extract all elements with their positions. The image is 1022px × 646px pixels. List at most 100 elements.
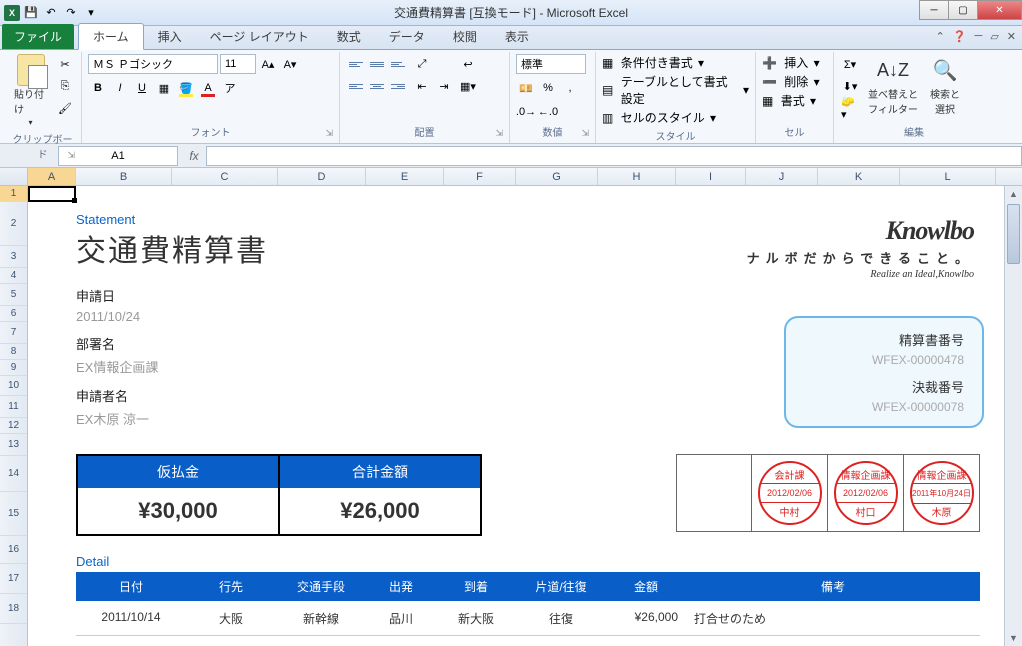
col-header[interactable]: A [28, 168, 76, 185]
col-header[interactable]: H [598, 168, 676, 185]
undo-icon[interactable]: ↶ [42, 4, 60, 22]
comma-icon[interactable]: , [560, 78, 580, 98]
col-header[interactable]: B [76, 168, 172, 185]
row-header[interactable]: 2 [0, 202, 27, 246]
tab-home[interactable]: ホーム [78, 23, 144, 50]
tab-data[interactable]: データ [375, 24, 439, 49]
name-box[interactable]: A1 [58, 146, 178, 166]
orientation-icon[interactable]: ⤢ [412, 54, 432, 74]
row-header[interactable]: 11 [0, 396, 27, 418]
scroll-thumb[interactable] [1007, 204, 1020, 264]
increase-decimal-icon[interactable]: .0→ [516, 102, 536, 122]
phonetic-icon[interactable]: ア [220, 78, 240, 98]
conditional-formatting-button[interactable]: ▦ 条件付き書式 ▾ [602, 54, 704, 71]
decrease-decimal-icon[interactable]: ←.0 [538, 102, 558, 122]
col-header[interactable]: C [172, 168, 278, 185]
wrap-text-icon[interactable]: ↩ [458, 54, 478, 74]
mdi-minimize-icon[interactable]: ─ [975, 30, 983, 43]
mdi-close-icon[interactable]: ✕ [1007, 30, 1016, 43]
row-header[interactable]: 15 [0, 492, 27, 536]
align-top-icon[interactable] [346, 54, 366, 74]
mdi-restore-icon[interactable]: ▱ [990, 30, 998, 43]
tab-view[interactable]: 表示 [491, 24, 543, 49]
col-header[interactable]: D [278, 168, 366, 185]
align-right-icon[interactable] [388, 76, 408, 96]
scroll-down-icon[interactable]: ▼ [1005, 630, 1022, 646]
border-icon[interactable]: ▦ [154, 78, 174, 98]
row-header[interactable]: 5 [0, 284, 27, 306]
clear-icon[interactable]: 🧽▾ [840, 98, 860, 118]
launcher-icon[interactable]: ⇲ [325, 128, 333, 139]
font-color-icon[interactable]: A [198, 78, 218, 98]
percent-icon[interactable]: % [538, 78, 558, 98]
active-cell[interactable] [28, 186, 76, 202]
launcher-icon[interactable]: ⇲ [495, 128, 503, 139]
excel-icon[interactable]: X [4, 5, 20, 21]
close-button[interactable]: ✕ [977, 0, 1022, 20]
font-size-combo[interactable]: 11 [220, 54, 256, 74]
align-center-icon[interactable] [367, 76, 387, 96]
tab-formulas[interactable]: 数式 [323, 24, 375, 49]
minimize-button[interactable]: ─ [919, 0, 949, 20]
tab-insert[interactable]: 挿入 [144, 24, 196, 49]
row-header[interactable]: 13 [0, 434, 27, 456]
font-face-combo[interactable]: ＭＳ Ｐゴシック [88, 54, 218, 74]
formula-bar[interactable] [206, 146, 1022, 166]
col-header[interactable]: F [444, 168, 516, 185]
help-icon[interactable]: ❓ [953, 30, 967, 43]
align-bottom-icon[interactable] [388, 54, 408, 74]
cell-styles-button[interactable]: ▥ セルのスタイル ▾ [602, 109, 716, 126]
ribbon-minimize-icon[interactable]: ⌃ [936, 30, 945, 43]
insert-cells-button[interactable]: ➕ 挿入 ▾ [762, 54, 820, 71]
row-header[interactable]: 17 [0, 564, 27, 594]
bold-button[interactable]: B [88, 78, 108, 98]
launcher-icon[interactable]: ⇲ [67, 150, 75, 161]
autosum-icon[interactable]: Σ▾ [840, 54, 860, 74]
col-header[interactable]: K [818, 168, 900, 185]
fill-icon[interactable]: ⬇▾ [840, 76, 860, 96]
row-header[interactable]: 9 [0, 360, 27, 376]
number-format-combo[interactable]: 標準 [516, 54, 586, 74]
increase-indent-icon[interactable]: ⇥ [434, 76, 454, 96]
row-header[interactable]: 4 [0, 268, 27, 284]
qat-dropdown-icon[interactable]: ▾ [82, 4, 100, 22]
underline-button[interactable]: U [132, 78, 152, 98]
increase-font-icon[interactable]: A▴ [258, 54, 278, 74]
fill-color-icon[interactable]: 🪣 [176, 78, 196, 98]
paste-button[interactable]: 貼り付け ▾ [10, 54, 51, 129]
copy-icon[interactable]: ⎘ [55, 76, 75, 96]
format-painter-icon[interactable]: 🖌 [55, 98, 75, 118]
italic-button[interactable]: I [110, 78, 130, 98]
vertical-scrollbar[interactable]: ▲ ▼ [1004, 186, 1022, 646]
format-as-table-button[interactable]: ▤ テーブルとして書式設定 ▾ [602, 73, 749, 107]
row-header[interactable]: 16 [0, 536, 27, 564]
row-header[interactable]: 18 [0, 594, 27, 624]
cell-grid[interactable]: Statement 交通費精算書 Knowlbo ナルボだからできること。 Re… [28, 186, 1004, 646]
select-all-corner[interactable] [0, 168, 28, 185]
tab-pagelayout[interactable]: ページ レイアウト [196, 24, 323, 49]
col-header[interactable]: L [900, 168, 996, 185]
col-header[interactable]: I [676, 168, 746, 185]
row-header[interactable]: 8 [0, 344, 27, 360]
align-left-icon[interactable] [346, 76, 366, 96]
launcher-icon[interactable]: ⇲ [581, 128, 589, 139]
find-select-button[interactable]: 🔍 検索と 選択 [926, 54, 964, 118]
row-header[interactable]: 6 [0, 306, 27, 322]
row-header[interactable]: 7 [0, 322, 27, 344]
fx-icon[interactable]: fx [182, 149, 206, 163]
col-header[interactable]: G [516, 168, 598, 185]
save-icon[interactable]: 💾 [22, 4, 40, 22]
currency-icon[interactable]: 💴 [516, 78, 536, 98]
worksheet[interactable]: 1 2 3 4 5 6 7 8 9 10 11 12 13 14 15 16 1… [0, 186, 1022, 646]
row-header[interactable]: 10 [0, 376, 27, 396]
row-header[interactable]: 14 [0, 456, 27, 492]
decrease-font-icon[interactable]: A▾ [280, 54, 300, 74]
scroll-up-icon[interactable]: ▲ [1005, 186, 1022, 202]
decrease-indent-icon[interactable]: ⇤ [412, 76, 432, 96]
merge-center-icon[interactable]: ▦▾ [458, 76, 478, 96]
col-header[interactable]: E [366, 168, 444, 185]
tab-file[interactable]: ファイル [2, 24, 74, 49]
delete-cells-button[interactable]: ➖ 削除 ▾ [762, 73, 820, 90]
tab-review[interactable]: 校閲 [439, 24, 491, 49]
row-header[interactable]: 12 [0, 418, 27, 434]
